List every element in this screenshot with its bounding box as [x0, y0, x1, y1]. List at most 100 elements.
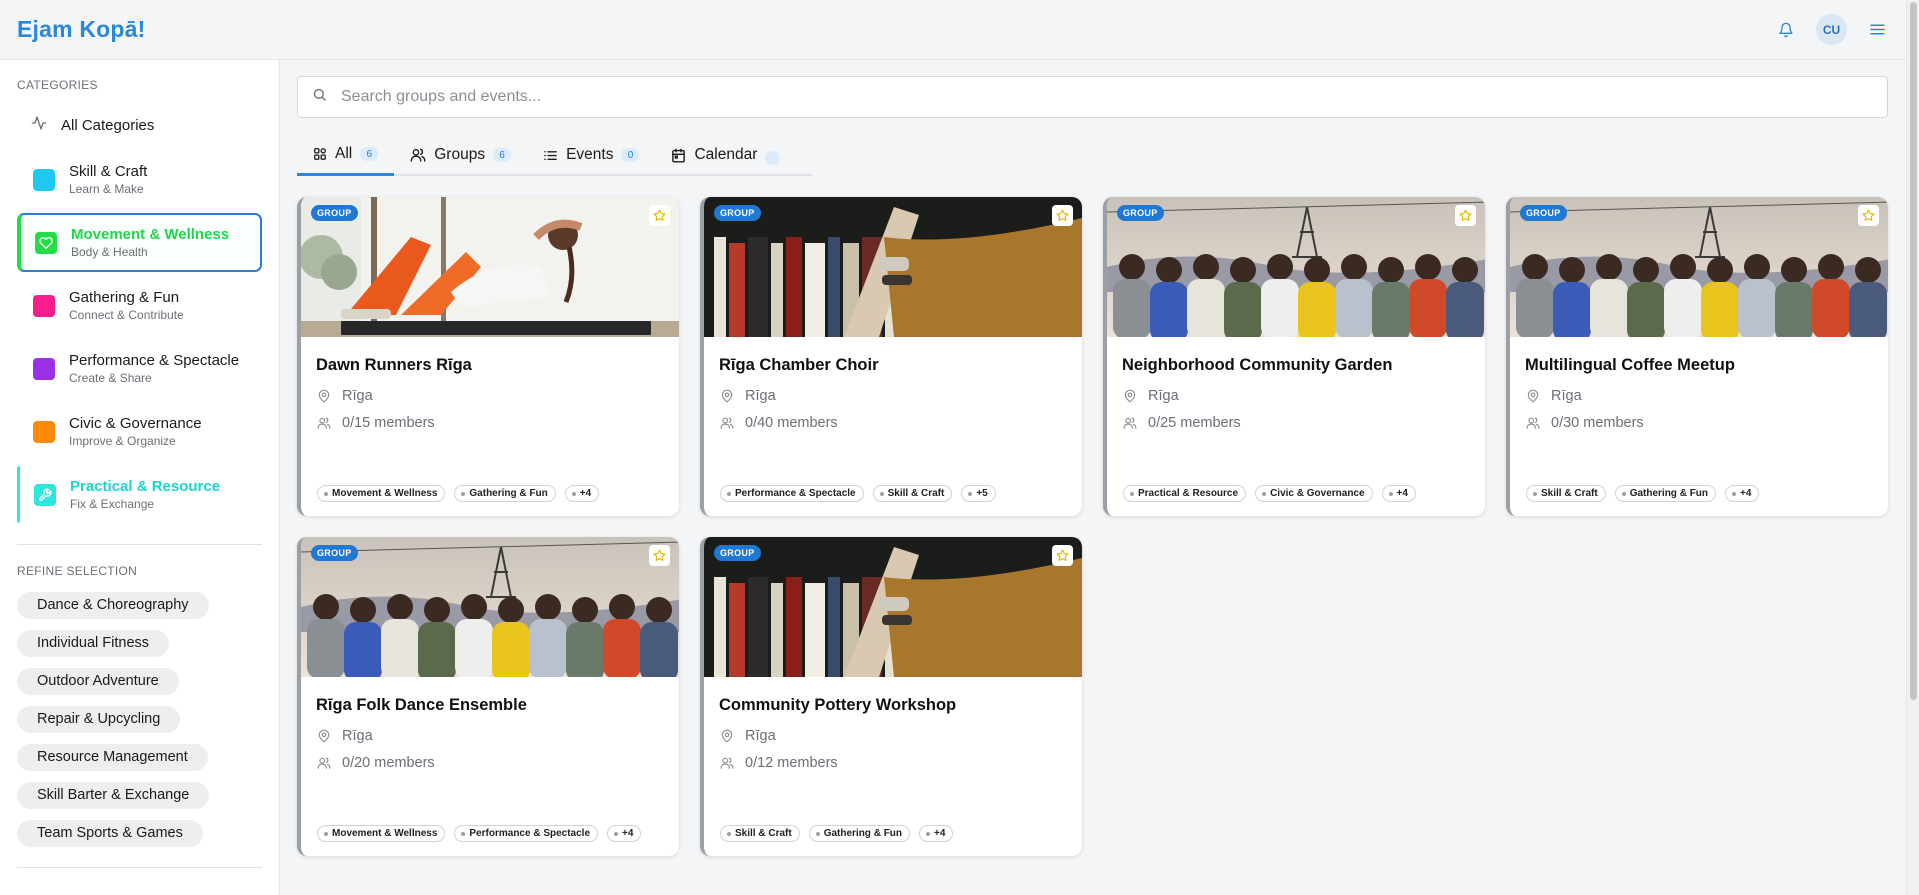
card-title[interactable]: Dawn Runners Rīga — [316, 356, 679, 375]
card-members: 0/40 members — [745, 415, 838, 431]
page-scrollbar[interactable] — [1906, 0, 1919, 895]
card-title[interactable]: Rīga Chamber Choir — [719, 356, 1082, 375]
group-card[interactable]: GROUP Multilingual Coffee Meetup Rīga 0/30 … — [1506, 197, 1888, 516]
group-tag-badge: GROUP — [311, 205, 358, 221]
category-pill: +4 — [1725, 485, 1760, 502]
category-name: Practical & Resource — [70, 478, 221, 495]
bell-icon[interactable] — [1774, 18, 1798, 42]
group-card[interactable]: GROUP Community Pottery Workshop Rīga 0/12 … — [700, 537, 1082, 856]
category-pill: Skill & Craft — [720, 825, 800, 842]
category-item[interactable]: Performance & Spectacle Create & Share — [17, 339, 262, 398]
category-item[interactable]: Gathering & Fun Connect & Contribute — [17, 276, 262, 335]
grid-icon — [313, 147, 327, 161]
category-pill: +5 — [961, 485, 996, 502]
view-tabs: All 6 Groups 6 Events 0 Calendar — [297, 135, 812, 176]
card-image: GROUP — [1510, 197, 1888, 337]
scrollbar-thumb[interactable] — [1910, 2, 1917, 700]
category-name: Skill & Craft — [69, 163, 148, 180]
heart-icon — [35, 231, 57, 254]
category-pill: Gathering & Fun — [1614, 485, 1717, 502]
group-card[interactable]: GROUP Rīga Chamber Choir Rīga 0/40 members P… — [700, 197, 1082, 516]
pill-label: Performance & Spectacle — [735, 488, 856, 499]
refine-chip[interactable]: Repair & Upcycling — [17, 706, 181, 733]
refine-chip[interactable]: Individual Fitness — [17, 630, 170, 657]
star-icon[interactable] — [1455, 205, 1476, 226]
pill-label: +4 — [1740, 488, 1752, 499]
category-pill: Skill & Craft — [1526, 485, 1606, 502]
tab-count-badge: 6 — [360, 147, 379, 161]
category-item[interactable]: Civic & Governance Improve & Organize — [17, 402, 262, 461]
category-pill: Civic & Governance — [1255, 485, 1373, 502]
location-pin-icon — [317, 729, 331, 743]
category-subtitle: Create & Share — [69, 371, 152, 385]
category-pill: +4 — [607, 825, 642, 842]
pill-label: Skill & Craft — [887, 488, 945, 499]
group-card[interactable]: GROUP Rīga Folk Dance Ensemble Rīga 0/20 me… — [297, 537, 679, 856]
star-icon[interactable] — [1052, 545, 1073, 566]
tab-events[interactable]: Events 0 — [527, 135, 655, 175]
card-title[interactable]: Community Pottery Workshop — [719, 696, 1082, 715]
tab-label: Events — [566, 146, 614, 163]
category-item[interactable]: Movement & Wellness Body & Health — [17, 213, 262, 272]
category-item[interactable]: Skill & Craft Learn & Make — [17, 150, 262, 209]
pill-label: Movement & Wellness — [332, 488, 438, 499]
group-card[interactable]: GROUP Neighborhood Community Garden Rīga 0/… — [1103, 197, 1485, 516]
category-all-label: All Categories — [61, 116, 155, 134]
members-icon — [720, 756, 734, 770]
card-location: Rīga — [1551, 388, 1582, 404]
pill-label: +5 — [976, 488, 988, 499]
category-all[interactable]: All Categories — [17, 106, 262, 144]
tab-label: All — [335, 145, 353, 162]
category-pill: Movement & Wellness — [317, 485, 446, 502]
tab-groups[interactable]: Groups 6 — [394, 135, 527, 175]
card-members: 0/20 members — [342, 755, 435, 771]
category-pill: +4 — [919, 825, 954, 842]
star-icon[interactable] — [649, 545, 670, 566]
refine-chip[interactable]: Skill Barter & Exchange — [17, 782, 210, 809]
card-title[interactable]: Neighborhood Community Garden — [1122, 356, 1485, 375]
user-avatar[interactable]: CU — [1816, 14, 1847, 45]
members-icon — [317, 416, 331, 430]
pill-label: +4 — [579, 488, 592, 499]
menu-icon[interactable] — [1865, 18, 1889, 42]
card-members: 0/25 members — [1148, 415, 1241, 431]
refine-chip[interactable]: Team Sports & Games — [17, 820, 203, 847]
star-icon[interactable] — [649, 205, 670, 226]
search-input[interactable] — [341, 88, 1841, 106]
tab-all[interactable]: All 6 — [297, 135, 395, 176]
card-location: Rīga — [745, 388, 776, 404]
category-pill: Gathering & Fun — [808, 825, 911, 842]
category-name: Performance & Spectacle — [69, 352, 240, 369]
tab-calendar[interactable]: Calendar — [655, 135, 796, 175]
wrench-icon — [34, 483, 56, 506]
group-tag-badge: GROUP — [714, 205, 761, 221]
category-color-swatch — [33, 294, 55, 317]
list-icon — [543, 148, 558, 163]
members-icon — [317, 756, 331, 770]
card-location: Rīga — [745, 728, 776, 744]
card-image: GROUP — [704, 537, 1082, 677]
card-pill-row: Practical & Resource Civic & Governance +4 — [1123, 485, 1416, 502]
card-location: Rīga — [342, 388, 373, 404]
category-name: Movement & Wellness — [71, 226, 230, 243]
card-title[interactable]: Rīga Folk Dance Ensemble — [316, 696, 679, 715]
category-name: Civic & Governance — [69, 415, 202, 432]
group-tag-badge: GROUP — [311, 545, 358, 561]
card-members: 0/30 members — [1551, 415, 1644, 431]
category-item[interactable]: Practical & Resource Fix & Exchange — [17, 465, 262, 524]
group-card[interactable]: GROUP Dawn Runners Rīga Rīga 0/15 members Mo… — [297, 197, 679, 516]
refine-chip[interactable]: Outdoor Adventure — [17, 668, 179, 695]
refine-chip[interactable]: Dance & Choreography — [17, 592, 209, 619]
card-title[interactable]: Multilingual Coffee Meetup — [1525, 356, 1888, 375]
refine-chip[interactable]: Resource Management — [17, 744, 208, 771]
members-icon — [1526, 416, 1540, 430]
pill-label: Practical & Resource — [1138, 488, 1239, 499]
star-icon[interactable] — [1858, 205, 1879, 226]
category-pill: Performance & Spectacle — [720, 485, 864, 502]
search-bar[interactable] — [297, 76, 1888, 118]
sidebar-divider-bottom — [17, 867, 262, 868]
activity-icon — [31, 115, 47, 135]
app-logo[interactable]: Ejam Kopā! — [17, 16, 146, 43]
pill-label: Skill & Craft — [735, 828, 792, 839]
star-icon[interactable] — [1052, 205, 1073, 226]
